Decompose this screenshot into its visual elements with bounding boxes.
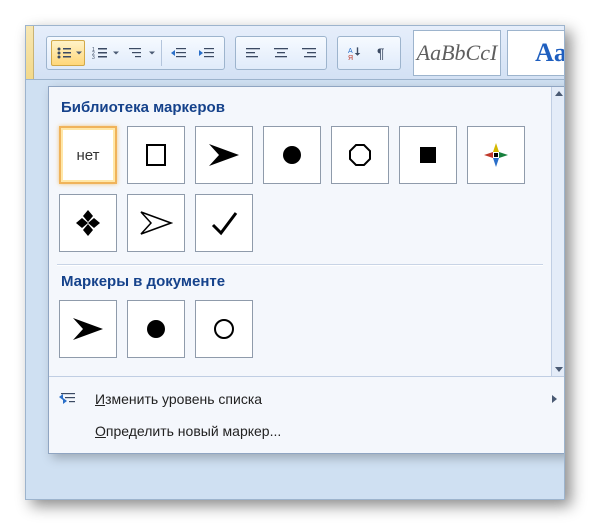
bullet-four-diamonds[interactable] <box>59 194 117 252</box>
divider <box>161 40 162 66</box>
style-heading-tile[interactable]: Aa <box>507 30 565 76</box>
ribbon-align-group <box>235 36 327 70</box>
submenu-arrow-icon <box>552 395 557 403</box>
decrease-indent-button[interactable] <box>166 40 192 66</box>
style-preview-text: AaBbCcI <box>417 40 498 66</box>
change-list-level-label: Изменить уровень списка <box>95 391 540 407</box>
increase-indent-button[interactable] <box>194 40 220 66</box>
bullet-circle-outline[interactable] <box>195 300 253 358</box>
bullets-in-document-title: Маркеры в документе <box>57 267 543 296</box>
scroll-down-icon <box>555 367 563 372</box>
sort-button[interactable]: АЯ <box>342 40 368 66</box>
align-left-button[interactable] <box>240 40 266 66</box>
bullet-four-arrows[interactable] <box>467 126 525 184</box>
numbering-button[interactable]: 123 <box>87 40 121 66</box>
bullets-dropdown: Библиотека маркеров нет <box>48 86 565 454</box>
bullet-arrowhead-filled[interactable] <box>195 126 253 184</box>
change-level-icon <box>57 388 83 410</box>
define-new-bullet-label: Определить новый маркер... <box>95 423 557 439</box>
bullets-button[interactable] <box>51 40 85 66</box>
app-window: 123 <box>25 25 565 500</box>
bullet-circle-filled[interactable] <box>127 300 185 358</box>
bullet-circle-filled[interactable] <box>263 126 321 184</box>
bullets-in-document-grid <box>57 296 543 368</box>
align-right-button[interactable] <box>296 40 322 66</box>
bullet-square-outline[interactable] <box>127 126 185 184</box>
chevron-down-icon <box>76 51 82 54</box>
blank-icon <box>57 420 83 442</box>
bullet-arrowhead-filled[interactable] <box>59 300 117 358</box>
bullet-checkmark[interactable] <box>195 194 253 252</box>
svg-text:3: 3 <box>92 55 95 60</box>
style-normal-tile[interactable]: AaBbCcI <box>413 30 501 76</box>
dropdown-footer-menu: Изменить уровень списка Определить новый… <box>49 376 565 453</box>
chevron-down-icon <box>149 51 155 54</box>
ribbon-paragraph-group: 123 <box>26 26 564 80</box>
bullet-square-filled[interactable] <box>399 126 457 184</box>
bullet-library-grid: нет <box>57 122 543 262</box>
align-center-button[interactable] <box>268 40 294 66</box>
scroll-up-icon <box>555 91 563 96</box>
bullet-library-title: Библиотека маркеров <box>57 93 543 122</box>
style-preview-text: Aa <box>535 38 565 68</box>
svg-text:Я: Я <box>348 55 353 60</box>
bullet-none[interactable]: нет <box>59 126 117 184</box>
bullet-arrowhead-outline[interactable] <box>127 194 185 252</box>
svg-text:А: А <box>348 48 353 55</box>
ribbon-list-group: 123 <box>46 36 225 70</box>
svg-text:¶: ¶ <box>377 46 385 60</box>
styles-gallery: AaBbCcI Aa <box>413 30 565 76</box>
define-new-bullet-item[interactable]: Определить новый маркер... <box>49 415 565 447</box>
section-separator <box>57 264 543 265</box>
ribbon-left-edge <box>26 26 34 79</box>
bullet-none-label: нет <box>77 147 100 164</box>
change-list-level-item[interactable]: Изменить уровень списка <box>49 383 565 415</box>
pilcrow-button[interactable]: ¶ <box>370 40 396 66</box>
dropdown-scrollbar[interactable] <box>551 87 565 376</box>
ribbon-misc-group: АЯ ¶ <box>337 36 401 70</box>
multilevel-list-button[interactable] <box>123 40 157 66</box>
bullet-octagon-outline[interactable] <box>331 126 389 184</box>
chevron-down-icon <box>113 51 119 54</box>
